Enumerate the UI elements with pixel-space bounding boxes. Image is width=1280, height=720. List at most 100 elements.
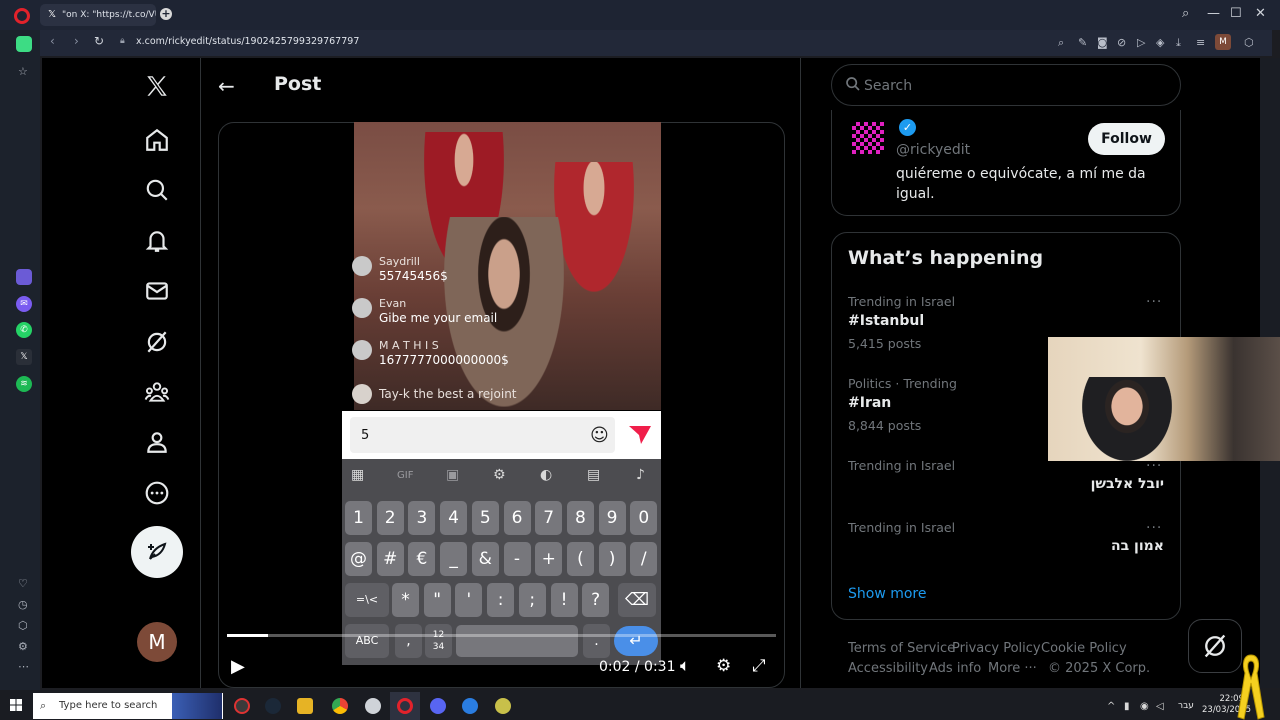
vpn-icon[interactable]: ◈ <box>1156 36 1164 49</box>
numpad-key[interactable]: 12 34 <box>425 624 452 658</box>
history-icon[interactable]: ◷ <box>18 598 28 611</box>
more-options-icon[interactable] <box>137 473 177 513</box>
symbol-key[interactable]: / <box>630 542 658 576</box>
profile-handle[interactable]: @rickyedit <box>896 142 970 158</box>
spotify-icon[interactable]: ≋ <box>16 376 32 392</box>
punctuation-key[interactable]: : <box>487 583 515 617</box>
extensions-icon[interactable]: ⬡ <box>1244 36 1254 49</box>
trend-name[interactable]: #Iran <box>848 395 891 411</box>
number-key[interactable]: 2 <box>376 501 404 535</box>
search-tabs-icon[interactable]: ⌕ <box>1182 6 1189 21</box>
tray-chevron-icon[interactable]: ^ <box>1107 701 1115 712</box>
compose-post-button[interactable] <box>131 526 183 578</box>
home-icon[interactable] <box>137 120 177 160</box>
backspace-key[interactable]: ⌫ <box>618 583 656 617</box>
more-icon[interactable]: ⋯ <box>18 660 29 673</box>
symbol-key[interactable]: @ <box>345 542 372 576</box>
volume-icon[interactable]: 🔈︎ <box>680 656 690 676</box>
speed-dial-icon[interactable]: ☆ <box>18 65 28 78</box>
gif-button[interactable]: GIF <box>397 470 413 481</box>
punctuation-key[interactable]: ; <box>518 583 546 617</box>
privacy-link[interactable]: Privacy Policy <box>952 641 1041 656</box>
trend-more-icon[interactable]: ··· <box>1146 294 1162 310</box>
number-key[interactable]: 5 <box>471 501 499 535</box>
chat-input-field[interactable] <box>350 417 615 453</box>
video-progress-track[interactable] <box>227 634 776 637</box>
player-icon[interactable]: ▷ <box>1137 36 1145 49</box>
browser-profile-avatar[interactable]: M <box>1215 34 1231 50</box>
microphone-tray-icon[interactable]: ▮ <box>1124 701 1130 712</box>
trend-name[interactable]: יובל אלבשן <box>1091 476 1164 492</box>
terms-link[interactable]: Terms of Service <box>848 641 955 656</box>
file-explorer-icon[interactable] <box>297 698 313 714</box>
period-key[interactable]: . <box>583 624 610 658</box>
aria-icon[interactable] <box>16 36 32 52</box>
clipboard-icon[interactable]: ▤ <box>587 467 600 483</box>
number-key[interactable]: 7 <box>535 501 563 535</box>
x-logo-icon[interactable] <box>137 66 177 106</box>
accessibility-link[interactable]: Accessibility <box>848 661 928 676</box>
trend-name[interactable]: אמון בה <box>1111 538 1164 554</box>
minimize-button[interactable]: — <box>1207 6 1220 21</box>
symbol-key[interactable]: + <box>535 542 563 576</box>
search-page-icon[interactable]: ⌕ <box>1058 36 1064 50</box>
number-key[interactable]: 1 <box>345 501 372 535</box>
steam-icon[interactable] <box>265 698 281 714</box>
volume-tray-icon[interactable]: ◁ <box>1156 701 1164 712</box>
number-key[interactable]: 0 <box>630 501 658 535</box>
edit-icon[interactable]: ✎ <box>1078 36 1087 49</box>
reload-icon[interactable]: ↻ <box>94 34 104 48</box>
ads-info-link[interactable]: Ads info <box>929 661 981 676</box>
number-key[interactable]: 3 <box>408 501 436 535</box>
space-key[interactable] <box>456 625 578 657</box>
symbol-key[interactable]: ) <box>598 542 626 576</box>
trend-more-icon[interactable]: ··· <box>1146 520 1162 536</box>
messenger-icon[interactable]: ✉ <box>16 296 32 312</box>
grok-icon[interactable] <box>137 322 177 362</box>
punctuation-key[interactable]: ' <box>455 583 483 617</box>
adblock-icon[interactable]: ⊘ <box>1117 36 1126 49</box>
discord-icon[interactable] <box>430 698 446 714</box>
browser-tab[interactable]: 𝕏 "on X: "https://t.co/VUuL6 <box>40 4 156 26</box>
symbol-key[interactable]: & <box>471 542 499 576</box>
windows-start-icon[interactable] <box>10 699 22 711</box>
capcut-icon[interactable] <box>462 698 478 714</box>
grok-button[interactable] <box>1188 619 1242 673</box>
punctuation-key[interactable]: " <box>423 583 451 617</box>
symbol-key[interactable]: # <box>376 542 404 576</box>
url-field[interactable]: x.com/rickyedit/status/19024257993297677… <box>136 36 359 47</box>
send-icon[interactable] <box>628 424 652 450</box>
app-shortcut-icon[interactable] <box>16 269 32 285</box>
new-tab-button[interactable]: + <box>160 8 172 20</box>
opera-taskbar-icon[interactable] <box>397 698 413 714</box>
close-window-button[interactable]: ✕ <box>1255 6 1266 21</box>
microphone-icon[interactable]: ♪ <box>636 467 645 483</box>
palette-icon[interactable]: ◐ <box>540 467 552 483</box>
punctuation-key[interactable]: ? <box>582 583 610 617</box>
symbol-toggle-key[interactable]: =\< <box>345 583 389 617</box>
enter-key[interactable]: ↵ <box>614 626 658 656</box>
download-icon[interactable]: ⤓ <box>1176 36 1181 50</box>
notifications-icon[interactable] <box>137 221 177 261</box>
app-icon-2[interactable] <box>495 698 511 714</box>
maximize-button[interactable]: ☐ <box>1230 6 1242 21</box>
whatsapp-icon[interactable]: ✆ <box>16 322 32 338</box>
communities-icon[interactable] <box>137 372 177 412</box>
x-sidebar-icon[interactable]: 𝕏 <box>16 349 32 365</box>
sticker-icon[interactable]: ▣ <box>446 467 459 483</box>
number-key[interactable]: 9 <box>598 501 626 535</box>
settings-icon[interactable]: ⚙ <box>18 640 28 653</box>
trend-name[interactable]: #Istanbul <box>848 313 924 329</box>
snapshot-icon[interactable]: ◙ <box>1097 36 1108 49</box>
video-settings-icon[interactable]: ⚙ <box>716 656 731 676</box>
show-more-link[interactable]: Show more <box>848 586 927 602</box>
forward-nav-icon[interactable]: › <box>74 34 79 48</box>
symbol-key[interactable]: ( <box>566 542 594 576</box>
number-key[interactable]: 8 <box>566 501 594 535</box>
symbol-key[interactable]: - <box>503 542 531 576</box>
language-indicator[interactable]: עבר <box>1178 701 1194 711</box>
heart-icon[interactable]: ♡ <box>18 577 28 590</box>
profile-icon[interactable] <box>137 422 177 462</box>
play-icon[interactable]: ▶ <box>231 656 245 677</box>
cube-icon[interactable]: ⬡ <box>18 619 28 632</box>
